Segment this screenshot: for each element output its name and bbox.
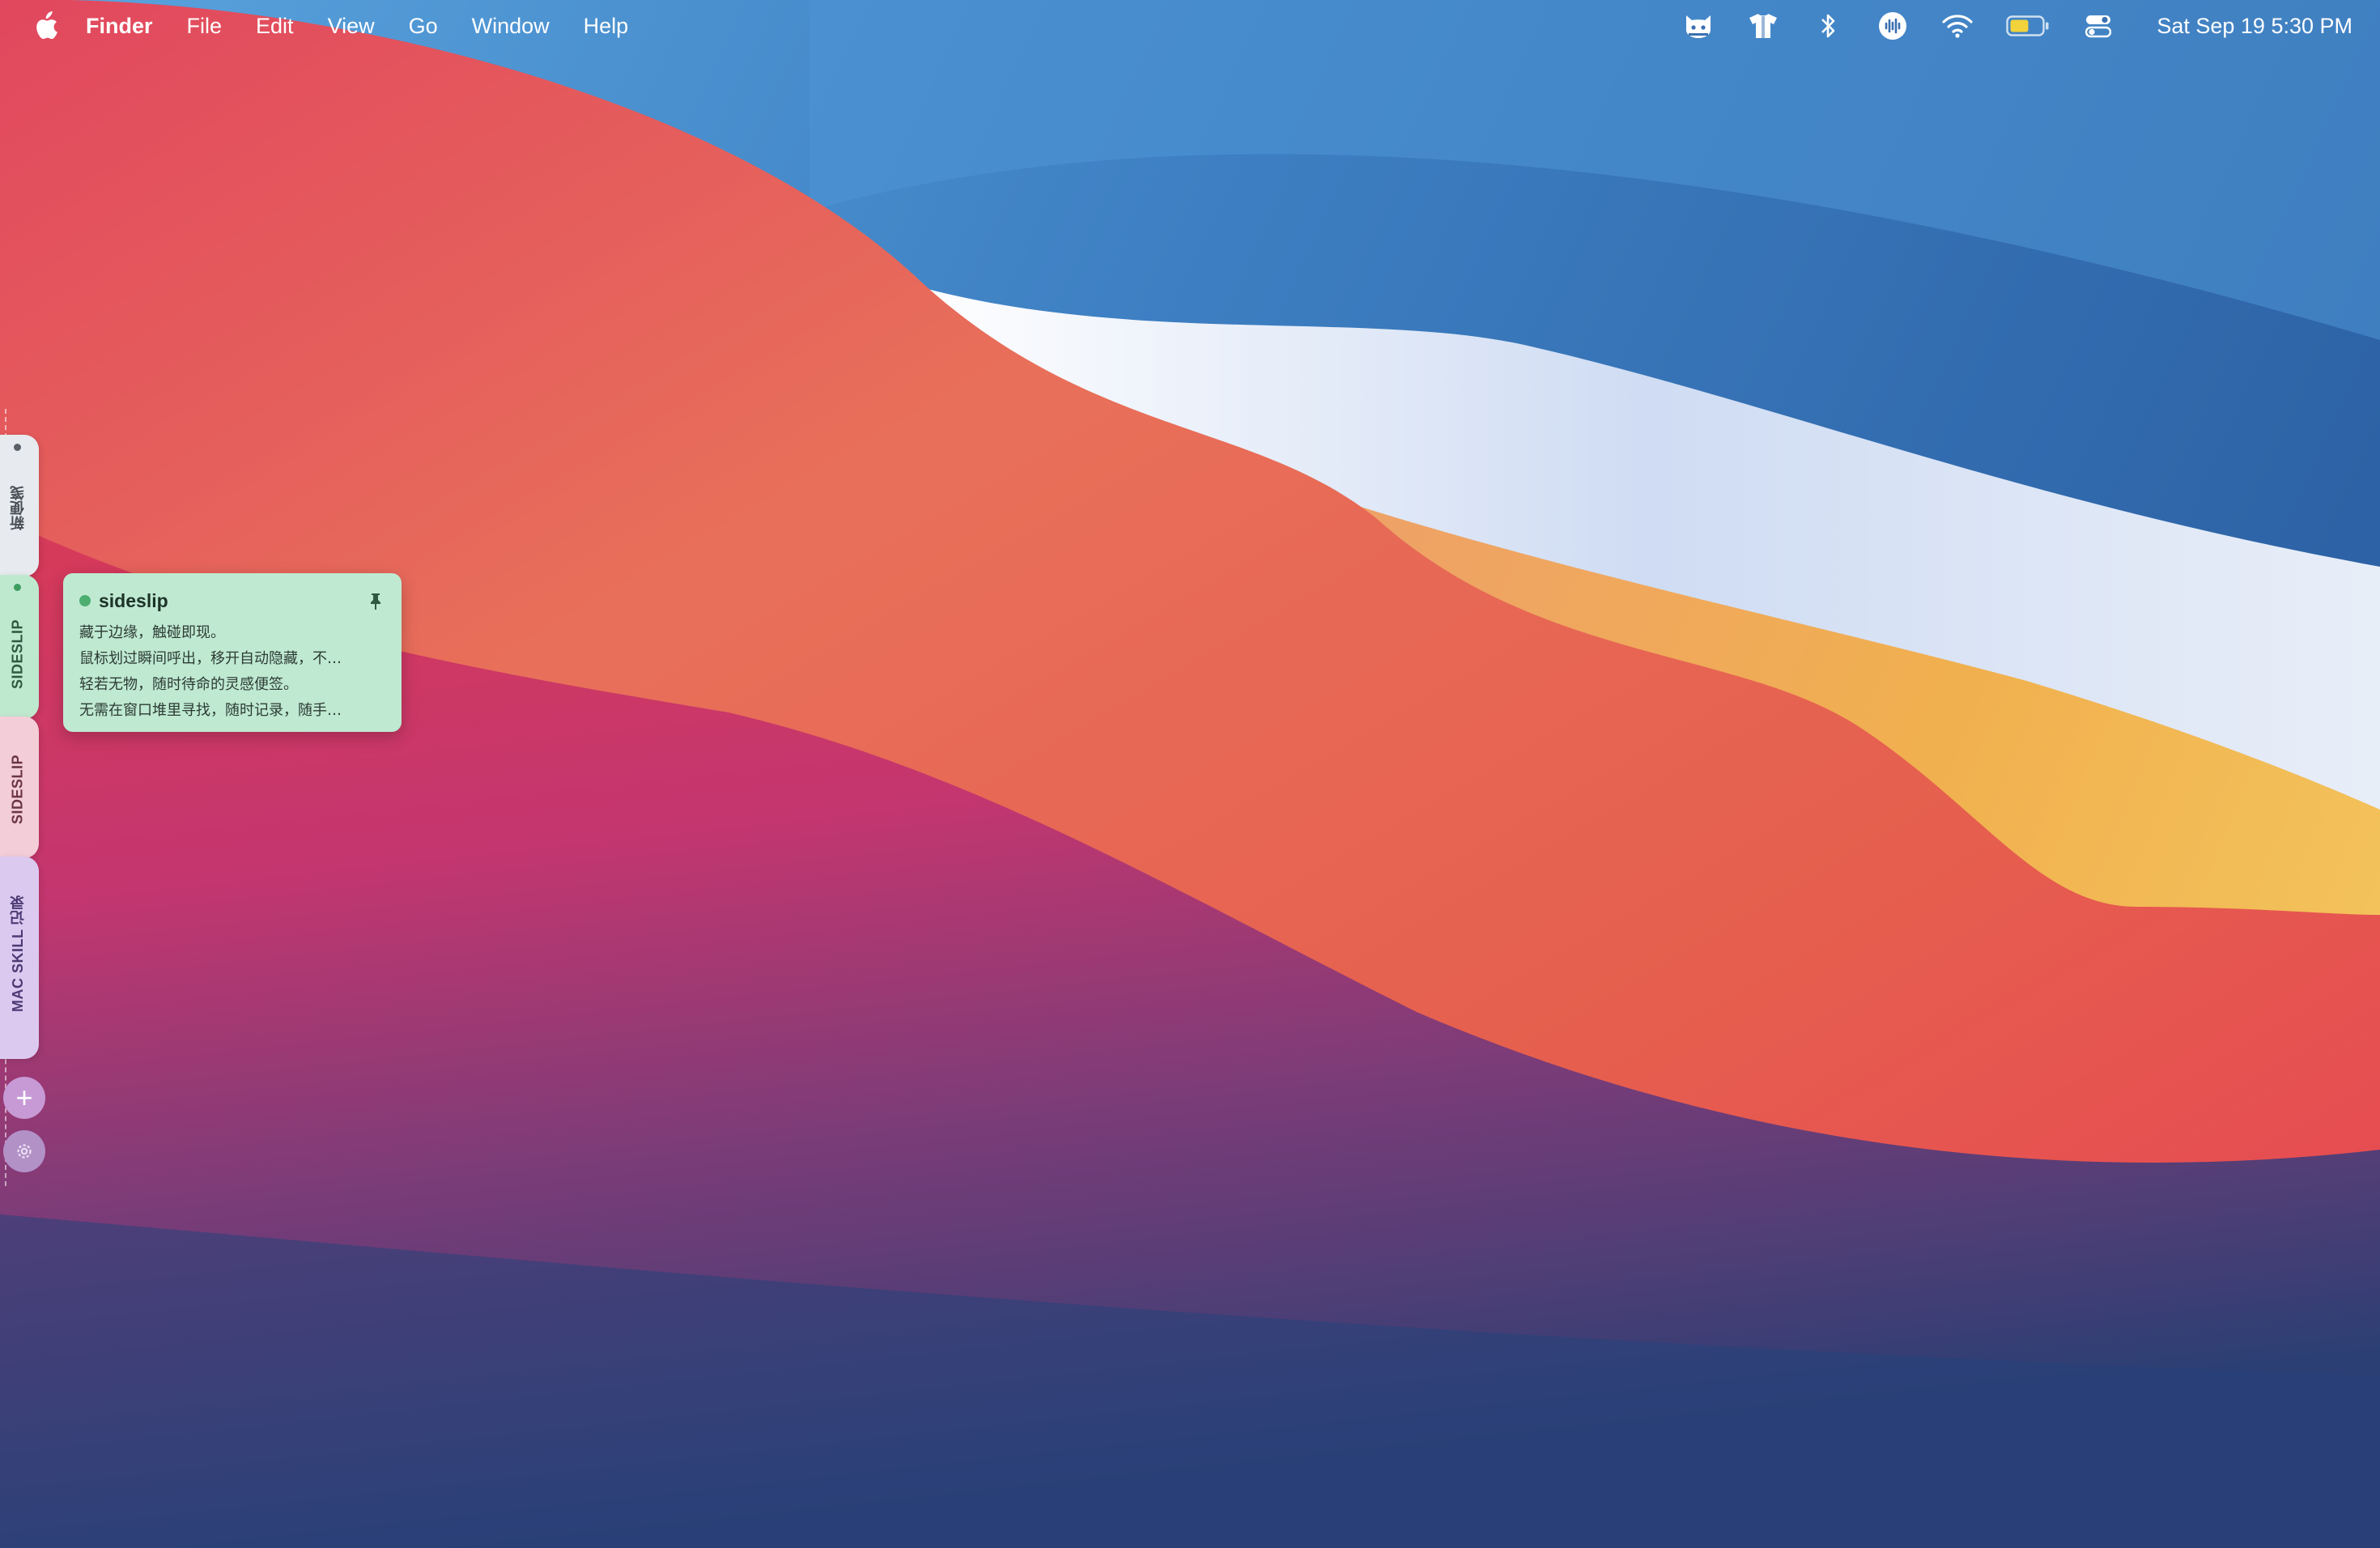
note-line: 鼠标划过瞬间呼出，移开自动隐藏，不… xyxy=(79,650,342,667)
note-body[interactable]: 藏于边缘，触碰即现。 鼠标划过瞬间呼出，移开自动隐藏，不… 轻若无物，随时待命的… xyxy=(79,620,384,724)
add-note-button[interactable]: + xyxy=(3,1077,45,1119)
status-menu-area: Sat Sep 19 5:30 PM xyxy=(1650,0,2352,52)
tab-label: SIDESLIP xyxy=(9,754,26,824)
tshirt-icon[interactable] xyxy=(1747,10,1779,42)
desktop-wallpaper xyxy=(0,0,2380,1548)
menu-finder[interactable]: Finder xyxy=(86,14,153,39)
menu-help[interactable]: Help xyxy=(584,14,629,39)
menu-window[interactable]: Window xyxy=(472,14,550,39)
sticky-note-popup[interactable]: sideslip 藏于边缘，触碰即现。 鼠标划过瞬间呼出，移开自动隐藏，不… 轻… xyxy=(63,573,402,732)
menu-view[interactable]: View xyxy=(328,14,375,39)
note-color-dot xyxy=(79,595,91,606)
menu-bar: Finder File Edit View Go Window Help Sat… xyxy=(0,0,2380,52)
audio-wave-icon[interactable] xyxy=(1876,10,1909,42)
battery-icon[interactable] xyxy=(2006,10,2050,42)
sideslip-tab-mac-skill[interactable]: MAC SKILL 记录 xyxy=(0,857,39,1059)
pin-icon[interactable] xyxy=(368,593,384,610)
tab-label: MAC SKILL 记录 xyxy=(10,895,26,1013)
tab-indicator-dot xyxy=(14,584,21,591)
gear-icon xyxy=(17,1144,32,1159)
bluetooth-icon[interactable] xyxy=(1812,10,1844,42)
plus-icon: + xyxy=(15,1081,33,1114)
note-line: 藏于边缘，触碰即现。 xyxy=(79,624,225,641)
note-line: 无需在窗口堆里寻找，随时记录，随手… xyxy=(79,702,342,719)
cat-face-icon[interactable] xyxy=(1682,10,1715,42)
note-line: 轻若无物，随时待命的灵感便签。 xyxy=(79,676,298,693)
menu-edit[interactable]: Edit xyxy=(256,14,294,39)
wifi-icon[interactable] xyxy=(1941,10,1974,42)
control-center-icon[interactable] xyxy=(2082,10,2114,42)
settings-button[interactable] xyxy=(3,1130,45,1172)
app-menus: Finder File Edit View Go Window Help xyxy=(86,0,662,52)
menu-go[interactable]: Go xyxy=(409,14,438,39)
sideslip-tab-new-note[interactable]: 新便笺 xyxy=(0,435,39,576)
note-header: sideslip xyxy=(79,588,384,614)
tab-label: 新便笺 xyxy=(10,485,26,530)
menu-bar-clock[interactable]: Sat Sep 19 5:30 PM xyxy=(2157,14,2352,39)
note-title[interactable]: sideslip xyxy=(99,590,168,612)
sideslip-tab-sideslip-green[interactable]: SIDESLIP xyxy=(0,575,39,719)
tab-label: SIDESLIP xyxy=(9,619,26,689)
apple-logo-icon[interactable] xyxy=(32,11,58,40)
tab-indicator-dot xyxy=(14,444,21,451)
menu-file[interactable]: File xyxy=(187,14,223,39)
sideslip-tab-sideslip-pink[interactable]: SIDESLIP xyxy=(0,717,39,858)
